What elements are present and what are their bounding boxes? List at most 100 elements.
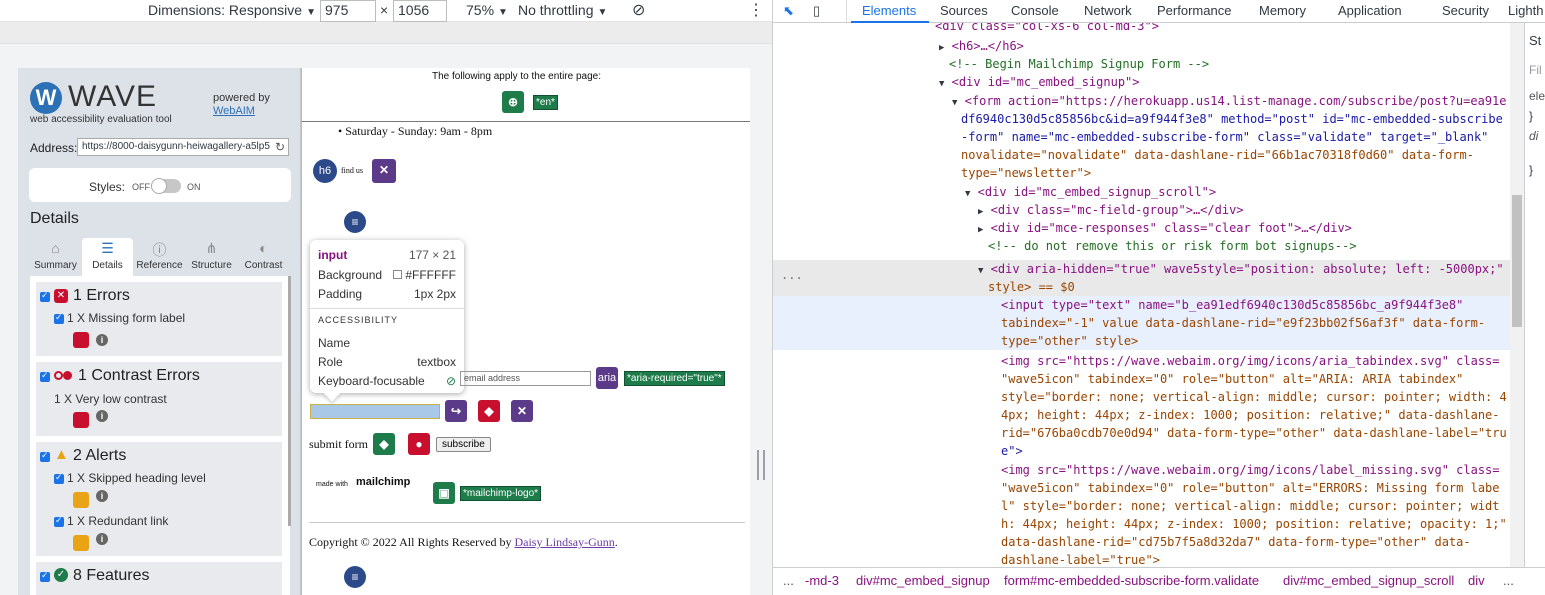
dom-line[interactable]: tabindex="-1" value data-dashlane-rid="e… [1001, 314, 1485, 332]
reload-icon[interactable]: ↻ [275, 140, 285, 154]
dom-line[interactable]: "wave5icon" tabindex="0" role="button" a… [1001, 479, 1500, 497]
dom-line[interactable]: "wave5icon" tabindex="0" role="button" a… [1001, 370, 1463, 388]
info-icon[interactable]: i [96, 410, 108, 422]
tab-lighthouse[interactable]: Lighth [1508, 3, 1543, 18]
link-redundant-icon[interactable] [73, 535, 89, 551]
dom-comment[interactable]: <!-- do not remove this or risk form bot… [988, 237, 1356, 255]
heading-skipped-icon[interactable] [73, 492, 89, 508]
breadcrumb-item[interactable]: div#mc_embed_signup [856, 573, 990, 588]
dom-line[interactable]: rid="676ba0cdb70e0d94" data-form-type="o… [1001, 424, 1507, 442]
tab-sources[interactable]: Sources [940, 3, 988, 18]
zoom-dropdown[interactable]: 75% ▼ [466, 2, 508, 18]
low-contrast-item[interactable]: 1 X Very low contrast [54, 392, 167, 406]
tab-memory[interactable]: Memory [1259, 3, 1306, 18]
dom-comment[interactable]: <!-- Begin Mailchimp Signup Form --> [949, 55, 1209, 73]
subscribe-button[interactable]: subscribe [436, 437, 491, 452]
dom-line[interactable]: -form" name="mc-embedded-subscribe-form"… [961, 128, 1488, 146]
aria-icon[interactable]: aria [596, 367, 618, 389]
dom-node[interactable]: ▶ <div id="mce-responses" class="clear f… [978, 219, 1352, 239]
dom-node[interactable]: ▼ <div id="mc_embed_signup"> [939, 73, 1140, 93]
more-options-icon[interactable]: ⋮ [748, 0, 764, 20]
address-input[interactable]: https://8000-daisygunn-heiwagallery-a5lp… [77, 138, 289, 156]
dom-line[interactable]: <input type="text" name="b_ea91edf6940c1… [1001, 296, 1463, 314]
alerts-checkbox[interactable] [40, 450, 50, 462]
heading-h6-icon[interactable]: h6 [313, 159, 337, 183]
webaim-link[interactable]: WebAIM [213, 105, 255, 117]
tab-performance[interactable]: Performance [1157, 3, 1231, 18]
errors-checkbox[interactable] [40, 290, 50, 302]
aria-tabindex-icon[interactable]: ↪ [445, 400, 467, 422]
tab-security[interactable]: Security [1442, 3, 1489, 18]
contrast-error-icon[interactable]: ● [408, 433, 430, 455]
breadcrumb-item-current[interactable]: div [1468, 573, 1485, 588]
redundant-link-icon[interactable]: ✕ [372, 159, 396, 183]
contrast-icon[interactable] [73, 412, 89, 428]
skipped-heading-item[interactable]: 1 X Skipped heading level [67, 471, 206, 485]
label-missing-icon[interactable] [73, 332, 89, 348]
breadcrumb-more[interactable]: ... [783, 573, 794, 588]
dom-node[interactable]: ▼ <div id="mc_embed_signup_scroll"> [965, 183, 1216, 203]
tab-reference[interactable]: ⓘ Reference [134, 238, 185, 276]
label-missing-icon[interactable]: ◆ [478, 400, 500, 422]
inspect-element-icon[interactable]: ⬉ [783, 3, 794, 19]
dom-line[interactable]: type="newsletter"> [961, 164, 1091, 182]
dimensions-dropdown[interactable]: Dimensions: Responsive ▼ [148, 2, 316, 18]
info-icon[interactable]: i [96, 533, 108, 545]
rotate-icon[interactable]: ⊘ [632, 0, 645, 20]
styles-toggle[interactable] [151, 178, 181, 194]
hidden-text-input[interactable] [310, 404, 440, 419]
dom-line[interactable]: 4px; height: 44px; z-index: 1000; positi… [1001, 406, 1500, 424]
contrast-checkbox[interactable] [40, 370, 50, 382]
dom-line[interactable]: type="other" style> [1001, 332, 1138, 350]
dom-line[interactable]: e"> [1001, 442, 1023, 460]
dom-line[interactable]: style="border: none; vertical-align: mid… [1001, 388, 1507, 406]
breadcrumb-item[interactable]: form#mc-embedded-subscribe-form.validate [1004, 573, 1259, 588]
tab-contrast[interactable]: ◐ Contrast [238, 238, 289, 276]
alt-text-icon[interactable]: ▣ [433, 482, 455, 504]
dom-line[interactable]: novalidate="novalidate" data-dashlane-ri… [961, 146, 1474, 164]
tab-network[interactable]: Network [1084, 3, 1132, 18]
styles-tab[interactable]: St [1529, 33, 1541, 48]
dom-line[interactable]: df6940c130d5c85856bc&id=a9f944f3e8" meth… [961, 110, 1503, 128]
info-icon[interactable]: i [96, 334, 108, 346]
list-icon[interactable]: ≡ [344, 566, 366, 588]
missing-label-item[interactable]: 1 X Missing form label [67, 311, 185, 325]
dom-line[interactable]: <img src="https://wave.webaim.org/img/ic… [1001, 461, 1500, 479]
form-label-icon[interactable]: ◆ [373, 433, 395, 455]
device-toggle-icon[interactable]: ▯ [813, 3, 820, 19]
dom-line[interactable]: <div class="col-xs-6 col-md-3"> [935, 23, 1159, 35]
throttling-dropdown[interactable]: No throttling ▼ [518, 2, 607, 18]
dom-node[interactable]: ▼ <form action="https://herokuapp.us14.l… [952, 92, 1507, 112]
tab-elements[interactable]: Elements [862, 3, 916, 18]
resize-handle[interactable] [757, 450, 765, 480]
dom-line[interactable]: style> == $0 [988, 278, 1075, 296]
breadcrumb-item[interactable]: -md-3 [805, 573, 839, 588]
dom-line[interactable]: <img src="https://wave.webaim.org/img/ic… [1001, 352, 1500, 370]
breadcrumb-item[interactable]: div#mc_embed_signup_scroll [1283, 573, 1454, 588]
email-field[interactable]: email address [460, 371, 591, 386]
redundant-link-icon[interactable]: ✕ [511, 400, 533, 422]
sidebar-scrollbar[interactable] [288, 276, 291, 526]
dom-line[interactable]: data-dashlane-rid="cd75b7f5a8d32da7" dat… [1001, 533, 1471, 551]
dom-node[interactable]: ▶ <div class="mc-field-group">…</div> [978, 201, 1244, 221]
dom-line[interactable]: h: 44px; height: 44px; z-index: 1000; po… [1001, 515, 1507, 533]
dom-node-selected[interactable]: ▼ <div aria-hidden="true" wave5style="po… [978, 260, 1504, 280]
dom-line[interactable]: dashlane-label="true"> [1001, 551, 1160, 567]
mailchimp-logo[interactable]: mailchimp [356, 476, 410, 488]
info-icon[interactable]: i [96, 490, 108, 502]
tab-details[interactable]: ☰ Details [82, 238, 133, 276]
filter-input[interactable]: Fil [1529, 63, 1542, 77]
features-checkbox[interactable] [40, 570, 50, 582]
redundant-link-item[interactable]: 1 X Redundant link [67, 514, 168, 528]
list-icon[interactable]: ≡ [344, 211, 366, 233]
width-input[interactable]: 975 [320, 0, 376, 22]
dom-node[interactable]: ▶ <h6>…</h6> [939, 37, 1024, 57]
node-ellipsis[interactable]: ... [781, 266, 803, 284]
author-link[interactable]: Daisy Lindsay-Gunn [514, 535, 614, 549]
tab-console[interactable]: Console [1011, 3, 1059, 18]
dom-line[interactable]: l" style="border: none; vertical-align: … [1001, 497, 1500, 515]
breadcrumb-more[interactable]: ... [1503, 573, 1514, 588]
missing-label-checkbox[interactable] [54, 312, 64, 324]
height-input[interactable]: 1056 [393, 0, 447, 22]
tab-application[interactable]: Application [1338, 3, 1402, 18]
